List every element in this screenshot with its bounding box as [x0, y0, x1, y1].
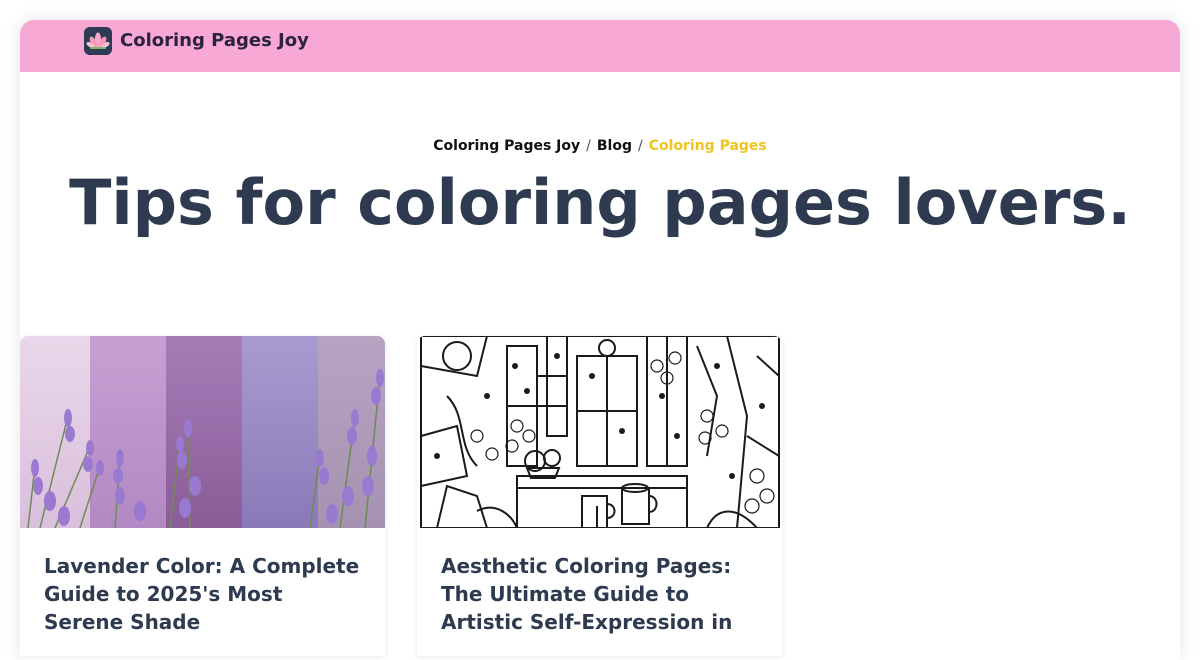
page-frame: Coloring Pages Joy Coloring Pages Joy / Bl…: [20, 20, 1180, 660]
lotus-icon[interactable]: [84, 27, 112, 55]
page-title: Tips for coloring pages lovers.: [69, 166, 1131, 239]
site-header: Coloring Pages Joy: [20, 20, 1180, 72]
breadcrumb-separator: /: [586, 138, 591, 154]
breadcrumb-blog[interactable]: Blog: [597, 138, 632, 154]
article-card[interactable]: Lavender Color: A Complete Guide to 2025…: [20, 336, 385, 656]
breadcrumb-separator: /: [637, 138, 643, 154]
breadcrumb-home[interactable]: Coloring Pages Joy: [433, 138, 580, 154]
breadcrumb: Coloring Pages Joy / Blog / Coloring Pages: [20, 136, 1180, 156]
brand-name[interactable]: Coloring Pages Joy: [120, 30, 309, 52]
breadcrumb-current: Coloring Pages: [648, 138, 767, 154]
article-title[interactable]: Aesthetic Coloring Pages: The Ultimate G…: [441, 552, 762, 636]
article-title[interactable]: Lavender Color: A Complete Guide to 2025…: [44, 552, 365, 636]
line-art-cafe-image[interactable]: [417, 336, 782, 528]
lavender-swatches-image[interactable]: [20, 336, 385, 528]
article-card[interactable]: Aesthetic Coloring Pages: The Ultimate G…: [417, 336, 782, 656]
